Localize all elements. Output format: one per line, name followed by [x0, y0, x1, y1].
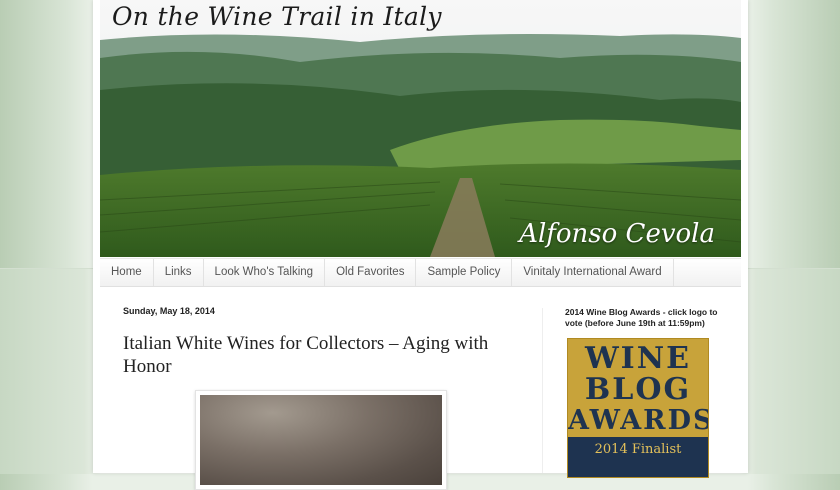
blog-header[interactable]: On the Wine Trail in Italy Alfonso Cevol… [100, 0, 741, 257]
award-logo-line-blog: BLOG [584, 372, 692, 407]
wine-blog-awards-logo[interactable]: WINE BLOG AWARDS 2014 Finalist [567, 338, 709, 478]
award-logo-line-awards: AWARDS [568, 405, 709, 436]
post-image[interactable] [195, 390, 447, 490]
nav-item-vinitaly-award[interactable]: Vinitaly International Award [512, 259, 674, 286]
blog-author: Alfonso Cevola [519, 219, 715, 249]
sidebar: 2014 Wine Blog Awards - click logo to vo… [565, 307, 725, 478]
wine-glass-photo [200, 395, 442, 485]
post-date: Sunday, May 18, 2014 [123, 306, 215, 316]
nav-item-links[interactable]: Links [154, 259, 204, 286]
nav-item-look-whos-talking[interactable]: Look Who's Talking [204, 259, 326, 286]
award-logo-line-wine: WINE [584, 341, 691, 376]
column-divider [542, 308, 543, 473]
main-column: Sunday, May 18, 2014 Italian White Wines… [123, 306, 523, 490]
top-navigation: Home Links Look Who's Talking Old Favori… [100, 258, 741, 287]
award-finalist-label: 2014 Finalist [568, 437, 708, 477]
blog-title[interactable]: On the Wine Trail in Italy [112, 2, 442, 31]
sidebar-widget-heading: 2014 Wine Blog Awards - click logo to vo… [565, 307, 718, 328]
blog-page: On the Wine Trail in Italy Alfonso Cevol… [93, 0, 748, 490]
nav-item-old-favorites[interactable]: Old Favorites [325, 259, 417, 286]
nav-item-sample-policy[interactable]: Sample Policy [416, 259, 513, 286]
nav-item-home[interactable]: Home [100, 259, 154, 286]
post-title[interactable]: Italian White Wines for Collectors – Agi… [123, 332, 493, 378]
